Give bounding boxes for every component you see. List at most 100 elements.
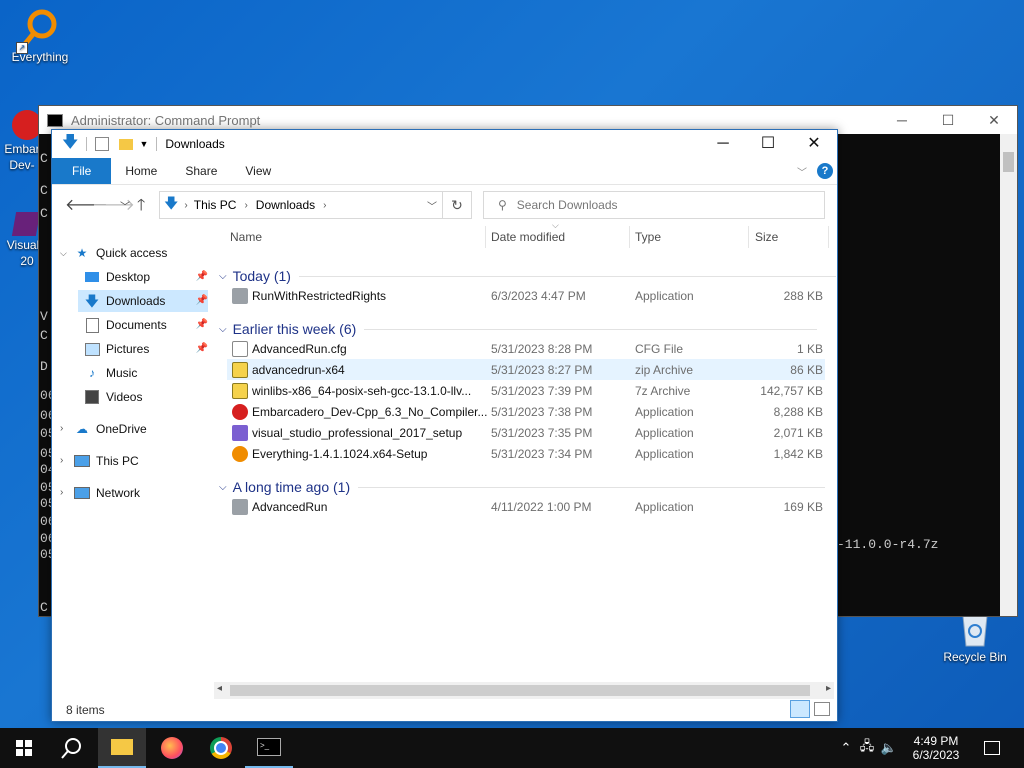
pin-icon[interactable]: 📌 <box>196 290 208 312</box>
file-size: 8,288 KB <box>773 404 823 419</box>
column-header-name[interactable]: Name <box>230 230 262 244</box>
expand-chevron-icon[interactable]: ⌵ <box>60 242 74 264</box>
nav-pictures[interactable]: Pictures 📌 <box>84 338 208 360</box>
tab-home[interactable]: Home <box>111 158 171 184</box>
scroll-thumb[interactable] <box>230 685 810 696</box>
help-icon[interactable]: ? <box>817 163 833 179</box>
up-arrow-icon[interactable]: 🡑 <box>137 194 145 221</box>
explorer-titlebar[interactable]: 🡇 ▼ Downloads ─ ☐ ✕ <box>52 130 837 158</box>
collapse-chevron-icon[interactable]: ⌵ <box>219 324 227 335</box>
file-date: 5/31/2023 7:35 PM <box>491 425 593 440</box>
cmd-maximize-button[interactable]: ☐ <box>925 112 971 129</box>
file-row[interactable]: winlibs-x86_64-posix-seh-gcc-13.1.0-llv.… <box>227 380 825 401</box>
collapse-chevron-icon[interactable]: ⌵ <box>219 271 227 282</box>
app-gray-file-icon <box>232 287 248 304</box>
recent-locations-chevron-icon[interactable]: ﹀ <box>120 198 130 213</box>
group-label: Earlier this week (6) <box>232 321 357 337</box>
folder-icon <box>111 739 133 755</box>
tab-view[interactable]: View <box>231 158 285 184</box>
properties-icon[interactable] <box>95 137 110 151</box>
file-row[interactable]: advancedrun-x64 5/31/2023 8:27 PM zip Arch… <box>227 359 825 380</box>
network-status-icon[interactable]: 🖧 <box>856 737 878 759</box>
horizontal-scrollbar[interactable]: ◂ ▸ <box>214 682 834 699</box>
collapse-chevron-icon[interactable]: ⌵ <box>219 482 227 493</box>
nav-videos[interactable]: Videos <box>84 386 208 408</box>
file-row[interactable]: AdvancedRun.cfg 5/31/2023 8:28 PM CFG File… <box>227 338 825 359</box>
start-button[interactable] <box>0 728 48 768</box>
file-row[interactable]: AdvancedRun 4/11/2022 1:00 PM Application 1… <box>227 496 825 517</box>
customize-toolbar-chevron-icon[interactable]: ▼ <box>139 139 148 149</box>
file-name: Embarcadero_Dev-Cpp_6.3_No_Compiler... <box>252 404 488 419</box>
search-box[interactable]: ⚲ Search Downloads <box>483 191 825 219</box>
cmd-title: Administrator: Command Prompt <box>71 112 261 128</box>
large-icons-view-icon[interactable] <box>814 702 830 716</box>
quick-access-down-arrow-icon[interactable]: 🡇 <box>62 131 78 158</box>
tab-share[interactable]: Share <box>171 158 231 184</box>
desktop-icon-everything[interactable]: ↗ Everything <box>0 8 80 64</box>
cmd-minimize-button[interactable]: ─ <box>879 112 925 128</box>
expand-ribbon-chevron-icon[interactable]: ﹀ <box>797 164 807 179</box>
expand-chevron-icon[interactable]: › <box>60 482 74 504</box>
nav-documents[interactable]: Documents 📌 <box>84 314 208 336</box>
column-header-size[interactable]: Size <box>755 230 778 244</box>
refresh-icon[interactable]: ↻ <box>442 192 471 218</box>
cmd-scrollbar[interactable] <box>1000 134 1017 616</box>
show-hidden-icons-chevron-icon[interactable]: ⌃ <box>836 740 856 756</box>
expand-chevron-icon[interactable]: › <box>60 450 74 472</box>
tab-file[interactable]: File <box>52 158 112 184</box>
minimize-button[interactable]: ─ <box>700 130 746 158</box>
documents-icon <box>84 317 100 333</box>
address-bar[interactable]: 🡇 › This PC › Downloads › ﹀ ↻ <box>159 191 472 219</box>
nav-this-pc[interactable]: › This PC <box>60 450 210 472</box>
pin-icon[interactable]: 📌 <box>196 338 208 360</box>
file-row[interactable]: visual_studio_professional_2017_setup 5/3… <box>227 422 825 443</box>
desktop-icon-recycle-bin[interactable]: Recycle Bin <box>935 610 1015 664</box>
file-row[interactable]: Embarcadero_Dev-Cpp_6.3_No_Compiler... 5/… <box>227 401 825 422</box>
scroll-right-icon[interactable]: ▸ <box>826 683 831 694</box>
close-button[interactable]: ✕ <box>791 130 837 158</box>
search-taskbar-button[interactable] <box>48 728 96 768</box>
group-header[interactable]: ⌵ A long time ago (1) <box>219 479 826 495</box>
window-title: Downloads <box>165 137 225 151</box>
pin-icon[interactable]: 📌 <box>196 266 208 288</box>
nav-downloads[interactable]: 🡇 Downloads 📌 <box>78 290 208 312</box>
expand-chevron-icon[interactable]: › <box>60 418 74 440</box>
details-view-icon[interactable] <box>790 700 810 718</box>
desktop-icon-visual-studio[interactable]: Visual 20 <box>0 212 42 268</box>
desktop-icon-embarcadero[interactable]: Embar Dev- <box>0 110 42 172</box>
downloads-arrow-icon: 🡇 <box>164 195 179 211</box>
file-row[interactable]: RunWithRestrictedRights 6/3/2023 4:47 PM A… <box>227 285 825 306</box>
file-date: 5/31/2023 8:27 PM <box>491 362 593 377</box>
pin-icon[interactable]: 📌 <box>196 314 208 336</box>
nav-onedrive[interactable]: › ☁ OneDrive <box>60 418 210 440</box>
taskbar-file-explorer[interactable] <box>98 728 146 768</box>
nav-music[interactable]: ♪ Music <box>84 362 208 384</box>
file-type: Application <box>635 446 694 461</box>
file-explorer-window[interactable]: 🡇 ▼ Downloads ─ ☐ ✕ File Home Share View… <box>51 129 838 722</box>
taskbar-command-prompt[interactable]: >_ <box>245 728 293 768</box>
action-center-button[interactable] <box>968 728 1016 768</box>
scroll-left-icon[interactable]: ◂ <box>217 683 222 694</box>
file-row[interactable]: Everything-1.4.1.1024.x64-Setup 5/31/2023… <box>227 443 825 464</box>
maximize-button[interactable]: ☐ <box>745 130 791 158</box>
breadcrumb-this-pc[interactable]: This PC <box>194 198 237 212</box>
nav-network[interactable]: › Network <box>60 482 210 504</box>
group-header[interactable]: ⌵ Earlier this week (6) <box>219 321 818 337</box>
taskbar-chrome[interactable] <box>197 728 245 768</box>
breadcrumb-downloads[interactable]: Downloads <box>256 198 315 212</box>
address-dropdown-chevron-icon[interactable]: ﹀ <box>422 198 442 213</box>
volume-muted-icon[interactable]: 🔈 <box>878 740 900 756</box>
nav-desktop[interactable]: Desktop 📌 <box>84 266 208 288</box>
file-name: Everything-1.4.1.1024.x64-Setup <box>252 446 428 461</box>
nav-quick-access[interactable]: ⌵ ★ Quick access <box>60 242 210 264</box>
group-header[interactable]: ⌵ Today (1) <box>219 268 836 284</box>
clock[interactable]: 4:49 PM 6/3/2023 <box>904 728 968 768</box>
column-header-date-modified[interactable]: Date modified <box>491 230 565 244</box>
app-vs-file-icon <box>232 424 248 441</box>
search-input[interactable]: Search Downloads <box>517 198 618 212</box>
column-header-type[interactable]: Type <box>635 230 661 244</box>
cmd-close-button[interactable]: ✕ <box>971 112 1017 129</box>
taskbar-firefox[interactable] <box>148 728 196 768</box>
new-folder-icon[interactable] <box>119 138 134 150</box>
cmd-icon: >_ <box>257 738 281 756</box>
